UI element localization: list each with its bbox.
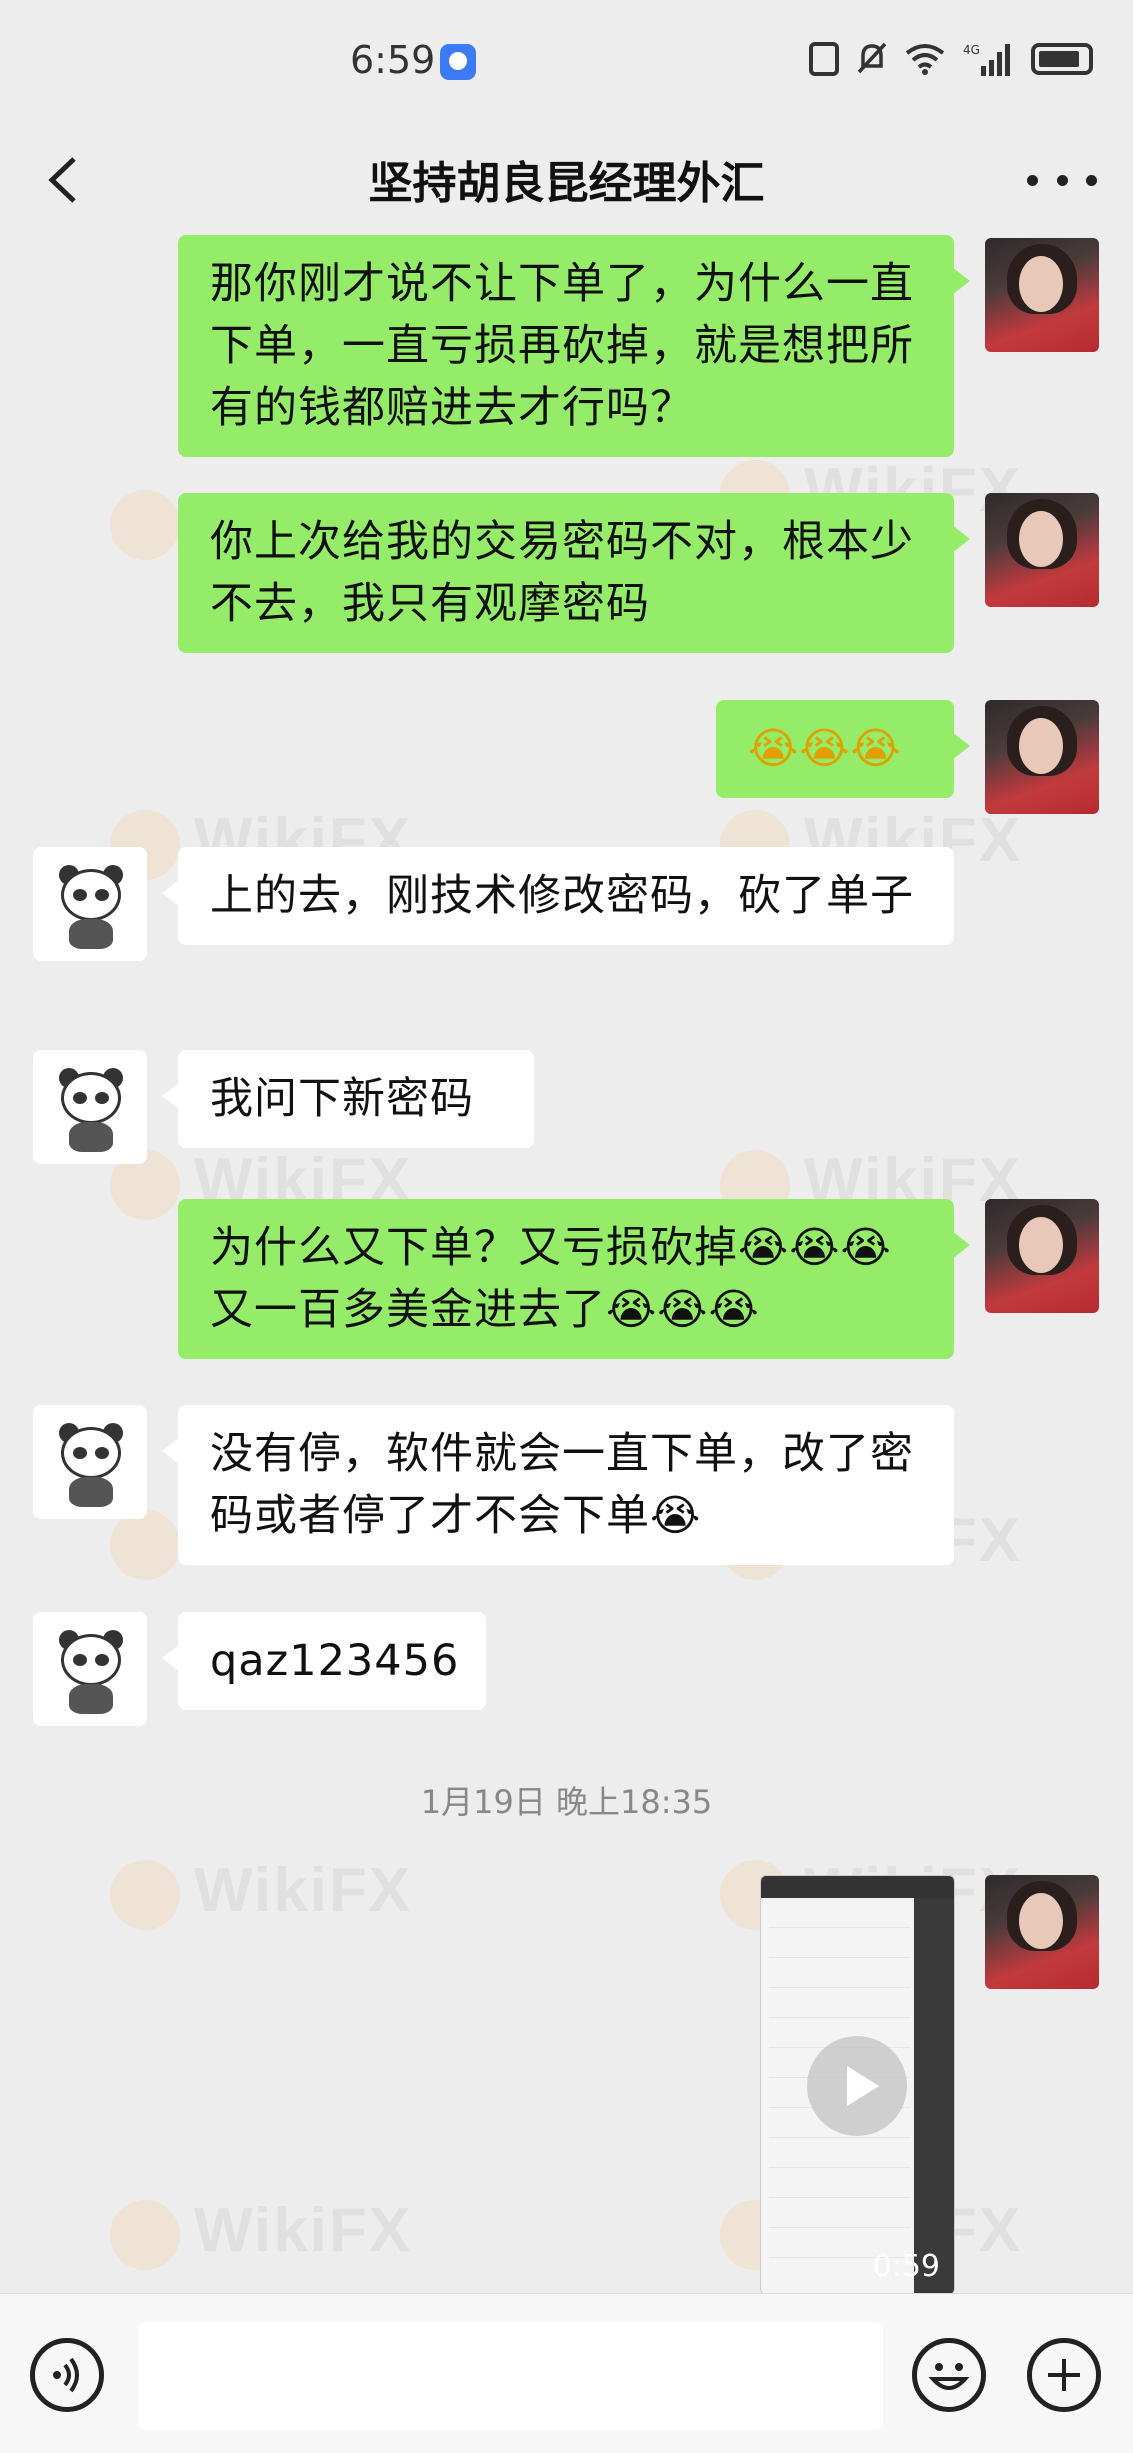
watermark: WikiFX [110, 2195, 412, 2270]
message-bubble-other[interactable]: 我问下新密码 [162, 1050, 534, 1148]
wifi-icon [905, 44, 945, 75]
video-message[interactable]: 0:59 [760, 1875, 955, 2293]
self-avatar[interactable] [985, 493, 1099, 607]
message-bubble-other[interactable]: 上的去，刚技术修改密码，砍了单子 [162, 847, 954, 945]
more-options-icon[interactable] [1027, 155, 1097, 205]
watermark: WikiFX [110, 1855, 412, 1930]
message-bubble-other[interactable]: 没有停，软件就会一直下单，改了密码或者停了才不会下单😭 [162, 1405, 954, 1565]
message-bubble-self[interactable]: 为什么又下单？又亏损砍掉😭😭😭又一百多美金进去了😭😭😭 [178, 1199, 970, 1359]
play-icon[interactable] [807, 2036, 907, 2136]
contact-avatar[interactable] [33, 1050, 147, 1164]
chat-header: 坚持胡良昆经理外汇 [0, 125, 1133, 235]
network-type-label: 4G [963, 43, 980, 57]
mute-notification-icon [857, 42, 887, 74]
message-bubble-self[interactable]: 你上次给我的交易密码不对，根本少不去，我只有观摩密码 [178, 493, 970, 653]
voice-input-icon[interactable] [30, 2338, 104, 2412]
message-timestamp: 1月19日 晚上18:35 [420, 1783, 713, 1821]
chat-title: 坚持胡良昆经理外汇 [368, 158, 765, 209]
nfc-icon [809, 42, 839, 76]
status-icons: 4G [809, 42, 1093, 76]
app-notification-icon [440, 44, 476, 80]
input-bar [0, 2293, 1133, 2453]
cellular-signal-icon: 4G [963, 43, 1010, 76]
self-avatar[interactable] [985, 1199, 1099, 1313]
contact-avatar[interactable] [33, 1612, 147, 1726]
status-bar: 6:59 4G [0, 0, 1133, 125]
video-duration: 0:59 [872, 2249, 940, 2284]
contact-avatar[interactable] [33, 847, 147, 961]
self-avatar[interactable] [985, 700, 1099, 814]
message-list[interactable]: WikiFX WikiFX WikiFX WikiFX WikiFX WikiF… [0, 235, 1133, 2293]
emoji-icon[interactable] [912, 2338, 986, 2412]
self-avatar[interactable] [985, 238, 1099, 352]
message-bubble-other[interactable]: qaz123456 [162, 1612, 486, 1710]
plus-icon[interactable] [1027, 2338, 1101, 2412]
message-bubble-self[interactable]: 😭😭😭 [716, 700, 970, 798]
message-input[interactable] [138, 2322, 883, 2430]
message-bubble-self[interactable]: 那你刚才说不让下单了，为什么一直下单，一直亏损再砍掉，就是想把所有的钱都赔进去才… [178, 235, 970, 457]
contact-avatar[interactable] [33, 1405, 147, 1519]
status-time: 6:59 [350, 38, 436, 82]
self-avatar[interactable] [985, 1875, 1099, 1989]
battery-icon [1031, 43, 1093, 75]
